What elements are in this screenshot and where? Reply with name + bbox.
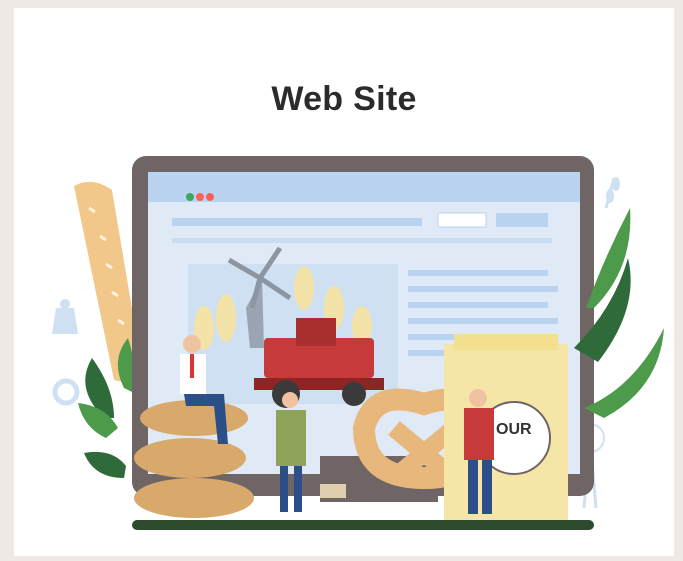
flour-bag-icon: OUR: [444, 334, 568, 520]
red-dot-icon: [206, 193, 214, 201]
flour-sack-small-icon: [52, 299, 78, 334]
illustration-card: Web Site OUR: [14, 8, 674, 556]
flour-sacks-icon: [134, 400, 254, 518]
pretzel-small-icon: [52, 378, 80, 406]
red-dot-icon: [196, 193, 204, 201]
website-illustration: OUR: [52, 156, 664, 530]
wheat-small-icon: [604, 177, 620, 209]
ground-line: [132, 520, 594, 530]
bread-loaf-icon: [74, 181, 142, 382]
green-dot-icon: [186, 193, 194, 201]
flour-bag-label: OUR: [496, 421, 532, 438]
left-leaves-icon: [78, 338, 135, 478]
